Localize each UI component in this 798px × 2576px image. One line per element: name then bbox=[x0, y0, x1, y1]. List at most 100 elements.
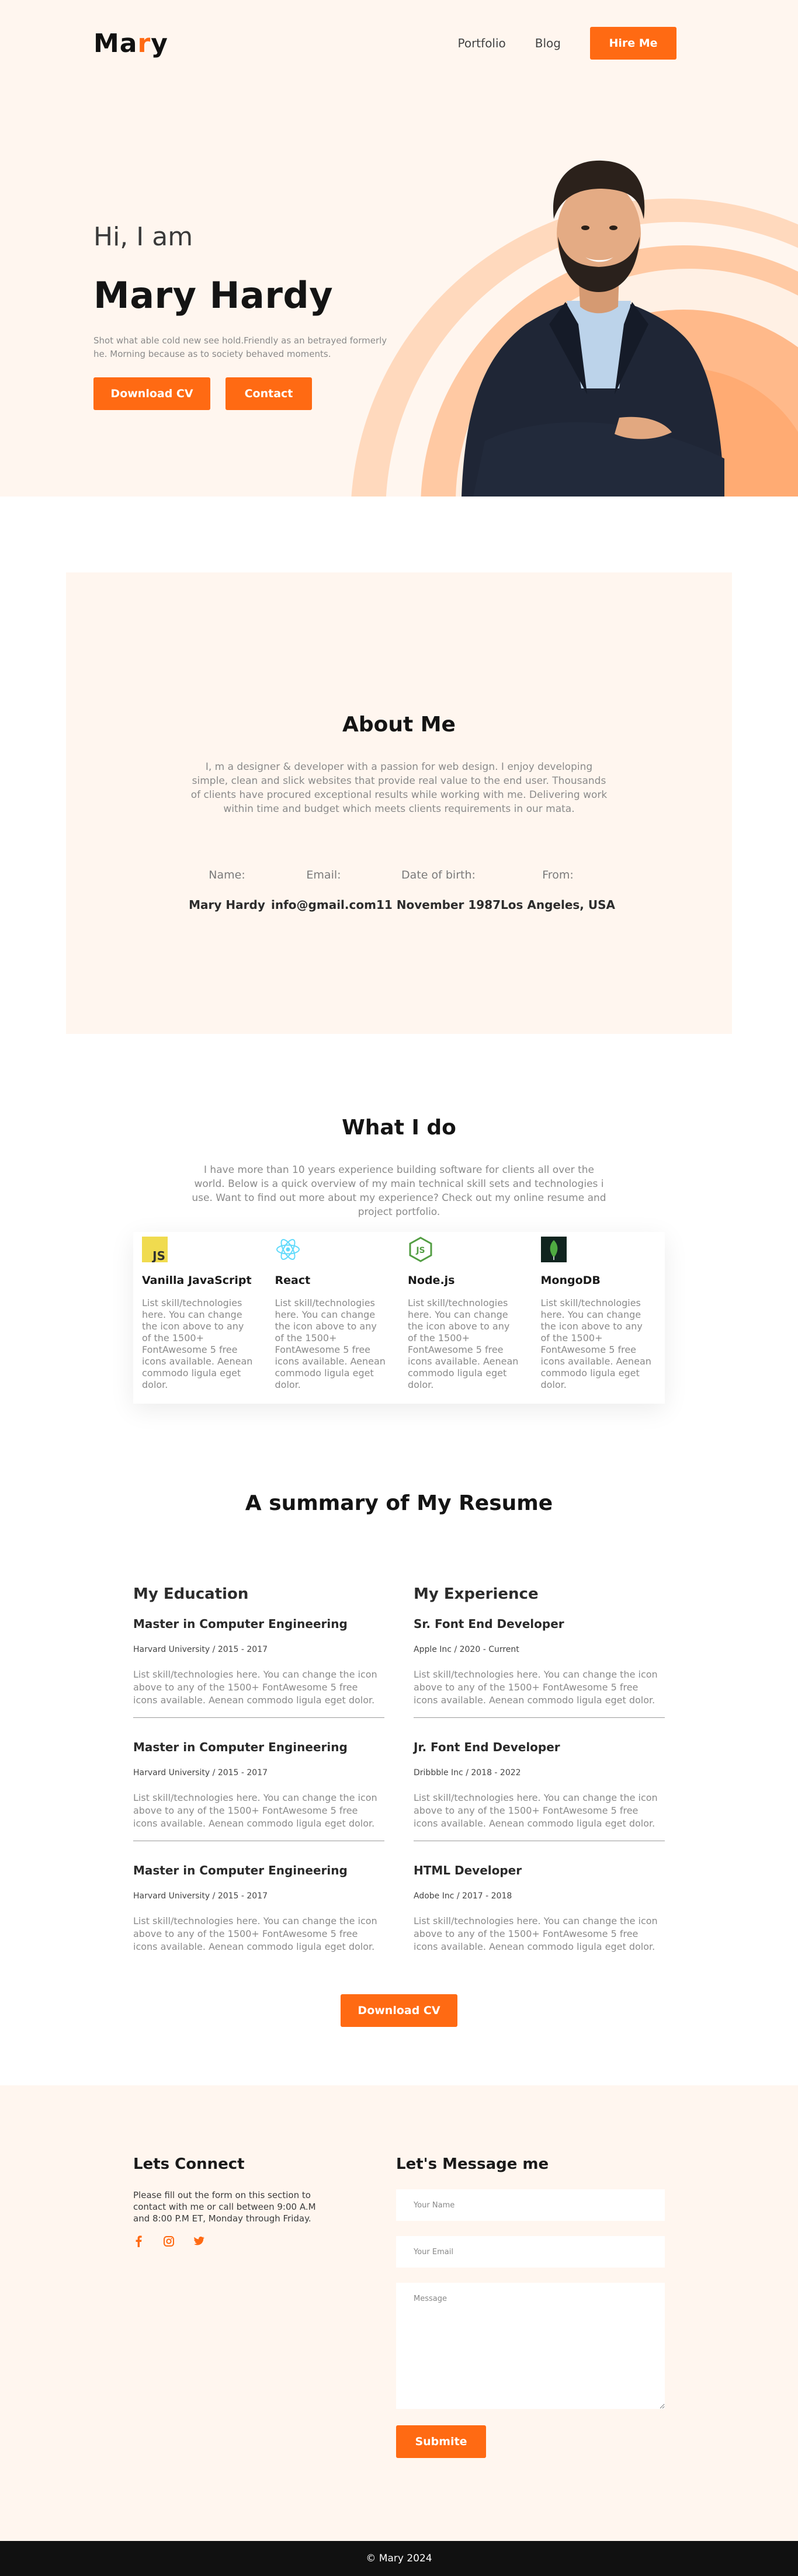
services-text: I have more than 10 years experience bui… bbox=[192, 1164, 606, 1218]
service-title: MongoDB bbox=[540, 1274, 601, 1287]
hero-buttons: Download CV Contact bbox=[93, 377, 397, 410]
about-label-from: From: bbox=[542, 869, 574, 881]
services-section: What I do I have more than 10 years expe… bbox=[0, 1116, 798, 1404]
nav-link-blog[interactable]: Blog bbox=[535, 36, 561, 50]
experience-column: My Experience Sr. Font End Developer App… bbox=[414, 1585, 665, 1964]
entry-meta: Apple Inc / 2020 - Current bbox=[414, 1645, 519, 1654]
about-label-name: Name: bbox=[209, 869, 245, 881]
entry-title: Master in Computer Engineering bbox=[133, 1617, 348, 1631]
message-block: Let's Message me Submite bbox=[396, 2155, 665, 2458]
facebook-icon[interactable] bbox=[133, 2235, 144, 2247]
entry-description: List skill/technologies here. You can ch… bbox=[133, 1915, 377, 1952]
entry-title: Master in Computer Engineering bbox=[133, 1863, 348, 1877]
profile-photo bbox=[462, 160, 724, 497]
connect-text: Please fill out the form on this section… bbox=[133, 2190, 316, 2224]
site-logo[interactable]: Mary bbox=[93, 29, 168, 58]
logo-accent: r bbox=[137, 28, 151, 58]
entry-meta: Dribbble Inc / 2018 - 2022 bbox=[414, 1768, 521, 1777]
copyright-text: © Mary 2024 bbox=[366, 2553, 432, 2564]
about-value-name: Mary Hardy bbox=[189, 898, 265, 912]
resume-title: A summary of My Resume bbox=[245, 1491, 553, 1515]
service-title: React bbox=[275, 1274, 311, 1287]
footer: © Mary 2024 bbox=[0, 2541, 798, 2576]
service-title: Vanilla JavaScript bbox=[142, 1274, 252, 1287]
entry-title: Master in Computer Engineering bbox=[133, 1740, 348, 1754]
experience-title: My Experience bbox=[414, 1585, 539, 1603]
resume-section: A summary of My Resume My Education Mast… bbox=[0, 1491, 798, 2027]
entry-description: List skill/technologies here. You can ch… bbox=[414, 1669, 658, 1706]
javascript-icon: JS bbox=[142, 1237, 168, 1262]
contact-button[interactable]: Contact bbox=[225, 377, 312, 410]
service-card: React List skill/technologies here. You … bbox=[266, 1232, 400, 1404]
service-text: List skill/technologies here. You can ch… bbox=[142, 1297, 253, 1390]
hero-name: Mary Hardy bbox=[93, 274, 334, 317]
entry-title: Jr. Font End Developer bbox=[414, 1740, 560, 1754]
hero-greeting: Hi, I am bbox=[93, 222, 193, 252]
education-entry: Master in Computer Engineering Harvard U… bbox=[133, 1718, 384, 1841]
about-text: I, m a designer & developer with a passi… bbox=[190, 761, 608, 815]
entry-description: List skill/technologies here. You can ch… bbox=[414, 1915, 658, 1952]
about-title: About Me bbox=[342, 713, 456, 737]
name-input[interactable] bbox=[396, 2189, 665, 2221]
experience-entry: Sr. Font End Developer Apple Inc / 2020 … bbox=[414, 1603, 665, 1718]
resume-columns: My Education Master in Computer Engineer… bbox=[133, 1585, 665, 1964]
entry-meta: Harvard University / 2015 - 2017 bbox=[133, 1768, 268, 1777]
education-entry: Master in Computer Engineering Harvard U… bbox=[133, 1841, 384, 1964]
hero-description: Shot what able cold new see hold.Friendl… bbox=[93, 335, 387, 359]
download-cv-button[interactable]: Download CV bbox=[93, 377, 210, 410]
service-text: List skill/technologies here. You can ch… bbox=[540, 1297, 651, 1390]
contact-form: Submite bbox=[396, 2189, 665, 2458]
service-card: MongoDB List skill/technologies here. Yo… bbox=[532, 1232, 665, 1404]
about-section: About Me I, m a designer & developer wit… bbox=[66, 572, 732, 1034]
nodejs-icon: JS bbox=[408, 1237, 433, 1262]
top-nav: Mary Portfolio Blog Hire Me bbox=[93, 26, 676, 61]
twitter-icon[interactable] bbox=[194, 2236, 204, 2247]
service-card: JS Node.js List skill/technologies here.… bbox=[399, 1232, 532, 1404]
service-text: List skill/technologies here. You can ch… bbox=[275, 1297, 386, 1390]
message-title: Let's Message me bbox=[396, 2155, 549, 2173]
experience-entry: HTML Developer Adobe Inc / 2017 - 2018 L… bbox=[414, 1841, 665, 1964]
about-label-email: Email: bbox=[306, 869, 341, 881]
services-cards: JS Vanilla JavaScript List skill/technol… bbox=[133, 1232, 665, 1404]
about-value-from: Los Angeles, USA bbox=[501, 898, 615, 912]
experience-entry: Jr. Font End Developer Dribbble Inc / 20… bbox=[414, 1718, 665, 1841]
logo-text: y bbox=[151, 28, 168, 58]
mongodb-icon bbox=[540, 1237, 567, 1262]
connect-title: Lets Connect bbox=[133, 2155, 245, 2173]
entry-description: List skill/technologies here. You can ch… bbox=[133, 1669, 377, 1706]
service-title: Node.js bbox=[408, 1274, 455, 1287]
submit-button[interactable]: Submite bbox=[396, 2425, 486, 2458]
education-entry: Master in Computer Engineering Harvard U… bbox=[133, 1603, 384, 1718]
services-title: What I do bbox=[342, 1116, 456, 1140]
hero-section: Mary Portfolio Blog Hire Me Hi, I am Mar… bbox=[0, 0, 798, 497]
react-icon bbox=[275, 1237, 301, 1262]
entry-meta: Adobe Inc / 2017 - 2018 bbox=[414, 1891, 512, 1901]
service-text: List skill/technologies here. You can ch… bbox=[408, 1297, 519, 1390]
entry-title: Sr. Font End Developer bbox=[414, 1617, 564, 1631]
resume-download-cv-button[interactable]: Download CV bbox=[341, 1994, 457, 2027]
education-column: My Education Master in Computer Engineer… bbox=[133, 1585, 384, 1964]
entry-meta: Harvard University / 2015 - 2017 bbox=[133, 1891, 268, 1901]
nav-links: Portfolio Blog Hire Me bbox=[458, 27, 676, 60]
social-links bbox=[133, 2235, 332, 2247]
hire-me-button[interactable]: Hire Me bbox=[590, 27, 676, 60]
about-value-email[interactable]: info@gmail.com bbox=[271, 898, 376, 912]
entry-description: List skill/technologies here. You can ch… bbox=[414, 1792, 658, 1829]
about-value-dob: 11 November 1987 bbox=[376, 898, 501, 912]
connect-block: Lets Connect Please fill out the form on… bbox=[133, 2155, 332, 2458]
about-info-grid: Name: Email: Date of birth: From: Mary H… bbox=[183, 869, 615, 912]
instagram-icon[interactable] bbox=[164, 2236, 174, 2247]
entry-description: List skill/technologies here. You can ch… bbox=[133, 1792, 377, 1829]
entry-title: HTML Developer bbox=[414, 1863, 522, 1877]
message-textarea[interactable] bbox=[396, 2283, 665, 2409]
logo-text: Ma bbox=[93, 28, 138, 58]
about-label-dob: Date of birth: bbox=[401, 869, 476, 881]
nav-link-portfolio[interactable]: Portfolio bbox=[458, 36, 506, 50]
contact-section: Lets Connect Please fill out the form on… bbox=[0, 2085, 798, 2541]
resume-cta: Download CV bbox=[0, 1994, 798, 2027]
svg-text:JS: JS bbox=[415, 1246, 425, 1255]
email-input[interactable] bbox=[396, 2236, 665, 2268]
entry-meta: Harvard University / 2015 - 2017 bbox=[133, 1645, 268, 1654]
education-title: My Education bbox=[133, 1585, 249, 1603]
hero-intro: Hi, I am Mary Hardy Shot what able cold … bbox=[93, 222, 397, 410]
